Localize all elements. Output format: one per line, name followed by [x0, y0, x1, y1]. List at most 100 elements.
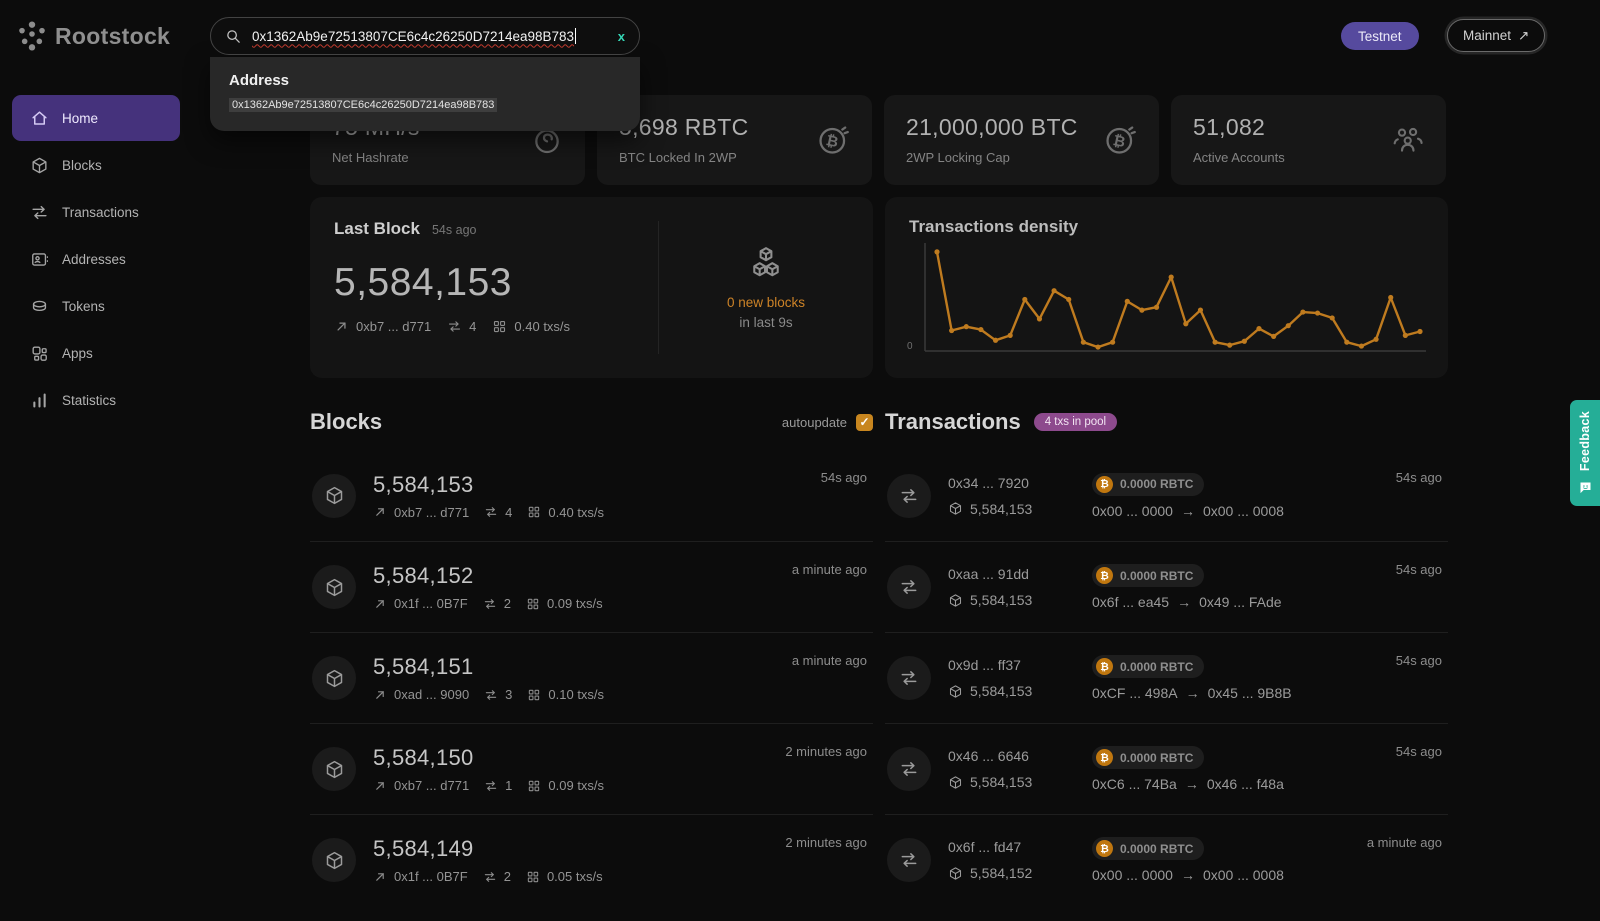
- transactions-density-card: Transactions density 0: [885, 197, 1448, 378]
- sidebar-item-apps[interactable]: Apps: [12, 330, 180, 376]
- last-block-title: Last Block: [334, 219, 420, 239]
- clear-search-button[interactable]: x: [618, 29, 625, 44]
- address-result-item[interactable]: 0x1362Ab9e72513807CE6c4c26250D7214ea98B7…: [229, 98, 497, 112]
- block-miner-hash[interactable]: 0xb7 ... d771: [394, 505, 469, 520]
- sidebar-item-transactions[interactable]: Transactions: [12, 189, 180, 235]
- tx-block-link[interactable]: 5,584,153: [970, 592, 1032, 608]
- tx-time: 54s ago: [1396, 562, 1442, 577]
- block-row[interactable]: 5,584,152 0x1f ... 0B7F 2 0.09 txs/s a m…: [310, 541, 873, 632]
- tx-block-link[interactable]: 5,584,153: [970, 501, 1032, 517]
- block-number-link[interactable]: 5,584,149: [373, 836, 603, 862]
- tx-to-link[interactable]: 0x00 ... 0008: [1203, 503, 1284, 519]
- swap-icon: [899, 486, 919, 506]
- swap-icon: [447, 319, 462, 334]
- block-row[interactable]: 5,584,149 0x1f ... 0B7F 2 0.05 txs/s 2 m…: [310, 814, 873, 905]
- to-arrow-icon: →: [1177, 594, 1191, 610]
- miner-arrow-icon: [373, 597, 387, 611]
- block-time: a minute ago: [792, 653, 867, 668]
- chart-title: Transactions density: [909, 217, 1424, 237]
- search-input[interactable]: 0x1362Ab9e72513807CE6c4c26250D7214ea98B7…: [252, 29, 574, 44]
- swap-icon: [899, 668, 919, 688]
- sidebar-item-home[interactable]: Home: [12, 95, 180, 141]
- tx-hash-link[interactable]: 0x46 ... 6646: [948, 748, 1078, 764]
- block-time: 2 minutes ago: [785, 835, 867, 850]
- tx-from-link[interactable]: 0xC6 ... 74Ba: [1092, 776, 1177, 792]
- autoupdate-checkbox[interactable]: ✓: [856, 414, 873, 431]
- sidebar-item-tokens[interactable]: Tokens: [12, 283, 180, 329]
- tx-to-link[interactable]: 0x49 ... FAde: [1199, 594, 1282, 610]
- tx-hash-link[interactable]: 0x34 ... 7920: [948, 475, 1078, 491]
- tx-from-link[interactable]: 0x6f ... ea45: [1092, 594, 1169, 610]
- miner-arrow-icon: [334, 319, 349, 334]
- miner-arrow-icon: [373, 505, 387, 519]
- coin-icon: [30, 297, 49, 316]
- tx-hash-link[interactable]: 0x9d ... ff37: [948, 657, 1078, 673]
- tx-amount-badge: ₿0.0000 RBTC: [1092, 564, 1204, 587]
- txs-in-pool-badge[interactable]: 4 txs in pool: [1034, 413, 1117, 431]
- swap-icon: [30, 203, 49, 222]
- block-row[interactable]: 5,584,151 0xad ... 9090 3 0.10 txs/s a m…: [310, 632, 873, 723]
- tx-to-link[interactable]: 0x46 ... f48a: [1207, 776, 1284, 792]
- rbtc-icon: ₿: [1096, 658, 1113, 675]
- tx-to-link[interactable]: 0x45 ... 9B8B: [1208, 685, 1292, 701]
- cube-icon: [948, 866, 963, 881]
- tx-block-link[interactable]: 5,584,153: [970, 683, 1032, 699]
- testnet-button[interactable]: Testnet: [1341, 22, 1419, 50]
- tx-from-link[interactable]: 0x00 ... 0000: [1092, 867, 1173, 883]
- block-number-link[interactable]: 5,584,150: [373, 745, 604, 771]
- transactions-density-chart: [923, 241, 1428, 357]
- sidebar-item-blocks[interactable]: Blocks: [12, 142, 180, 188]
- stat-value: 21,000,000 BTC: [906, 114, 1078, 141]
- tx-hash-link[interactable]: 0x6f ... fd47: [948, 839, 1078, 855]
- feedback-tab[interactable]: Feedback: [1570, 400, 1600, 506]
- transaction-row[interactable]: 0x34 ... 7920 5,584,153 ₿0.0000 RBTC 0x0…: [885, 450, 1448, 541]
- tx-amount-badge: ₿0.0000 RBTC: [1092, 837, 1204, 860]
- block-number-link[interactable]: 5,584,152: [373, 563, 603, 589]
- cube-icon: [324, 850, 345, 871]
- cubes-icon: [747, 245, 785, 283]
- stat-card-active-accounts: 51,082 Active Accounts: [1171, 95, 1446, 185]
- block-rate: 0.10 txs/s: [548, 687, 604, 702]
- bar-chart-icon: [30, 391, 49, 410]
- block-number-link[interactable]: 5,584,153: [373, 472, 604, 498]
- block-miner-hash[interactable]: 0x1f ... 0B7F: [394, 869, 468, 884]
- rootstock-logo[interactable]: Rootstock: [16, 20, 170, 52]
- sidebar-item-label: Blocks: [62, 158, 102, 173]
- tx-to-link[interactable]: 0x00 ... 0008: [1203, 867, 1284, 883]
- block-time: 2 minutes ago: [785, 744, 867, 759]
- sidebar-item-label: Apps: [62, 346, 93, 361]
- mainnet-button[interactable]: Mainnet ↗: [1447, 19, 1545, 52]
- to-arrow-icon: →: [1185, 776, 1199, 792]
- tx-from-link[interactable]: 0xCF ... 498A: [1092, 685, 1178, 701]
- tx-block-link[interactable]: 5,584,153: [970, 774, 1032, 790]
- transaction-row[interactable]: 0x46 ... 6646 5,584,153 ₿ 0.0000 RBTC 0xC…: [885, 723, 1448, 814]
- block-tx-count: 3: [505, 687, 512, 702]
- swap-icon: [899, 577, 919, 597]
- block-time: a minute ago: [792, 562, 867, 577]
- last-block-hash[interactable]: 0xb7 ... d771: [356, 319, 431, 334]
- search-bar[interactable]: 0x1362Ab9e72513807CE6c4c26250D7214ea98B7…: [210, 17, 640, 55]
- block-miner-hash[interactable]: 0xb7 ... d771: [394, 778, 469, 793]
- swap-icon: [483, 870, 497, 884]
- sidebar-item-label: Addresses: [62, 252, 126, 267]
- tx-hash-link[interactable]: 0xaa ... 91dd: [948, 566, 1078, 582]
- block-miner-hash[interactable]: 0xad ... 9090: [394, 687, 469, 702]
- sidebar-item-statistics[interactable]: Statistics: [12, 377, 180, 423]
- sidebar-item-addresses[interactable]: Addresses: [12, 236, 180, 282]
- tx-block-link[interactable]: 5,584,152: [970, 865, 1032, 881]
- tx-time: a minute ago: [1367, 835, 1442, 850]
- transaction-row[interactable]: 0x9d ... ff37 5,584,153 ₿0.0000 RBTC 0xC…: [885, 632, 1448, 723]
- rbtc-icon: ₿: [1096, 749, 1113, 766]
- tx-amount: 0.0000 RBTC: [1120, 751, 1193, 765]
- block-row[interactable]: 5,584,150 0xb7 ... d771 1 0.09 txs/s 2 m…: [310, 723, 873, 814]
- block-number-link[interactable]: 5,584,151: [373, 654, 604, 680]
- contact-card-icon: [30, 250, 49, 269]
- tx-from-link[interactable]: 0x00 ... 0000: [1092, 503, 1173, 519]
- sidebar-item-label: Transactions: [62, 205, 139, 220]
- block-miner-hash[interactable]: 0x1f ... 0B7F: [394, 596, 468, 611]
- block-rate: 0.05 txs/s: [547, 869, 603, 884]
- swap-icon: [484, 779, 498, 793]
- transaction-row[interactable]: 0xaa ... 91dd 5,584,153 ₿0.0000 RBTC 0x6…: [885, 541, 1448, 632]
- transaction-row[interactable]: 0x6f ... fd47 5,584,152 ₿0.0000 RBTC 0x0…: [885, 814, 1448, 905]
- block-row[interactable]: 5,584,153 0xb7 ... d771 4 0.40 txs/s 54s…: [310, 450, 873, 541]
